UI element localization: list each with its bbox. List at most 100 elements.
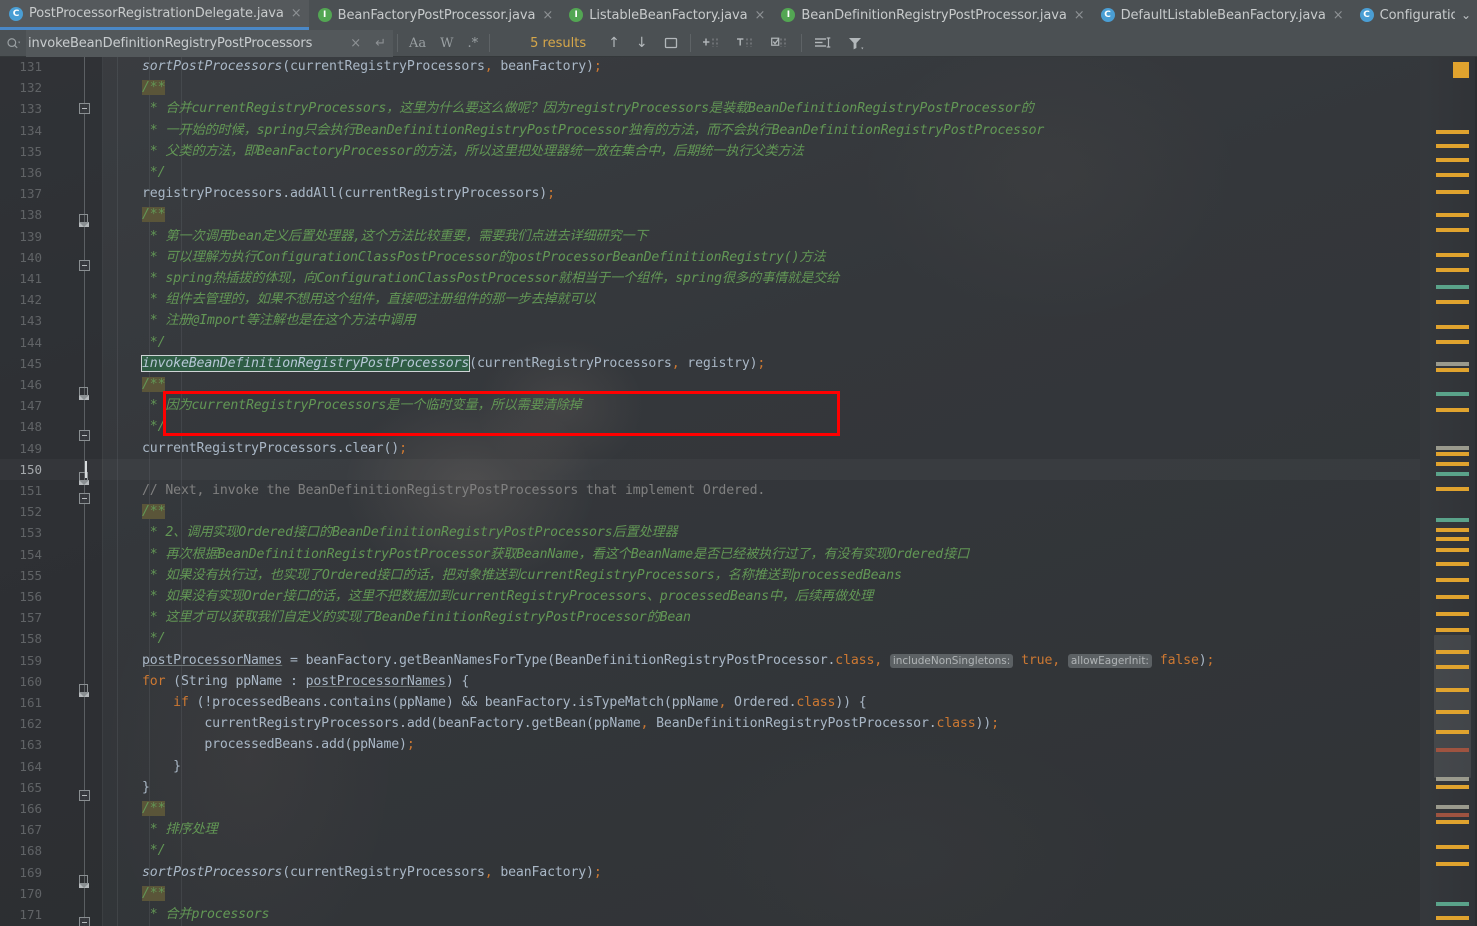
code-line[interactable]: 140 * 可以理解为执行ConfigurationClassPostProce… bbox=[0, 247, 1477, 268]
stripe-marker-warn[interactable] bbox=[1436, 665, 1469, 669]
stripe-marker-warn[interactable] bbox=[1436, 730, 1469, 734]
code-line[interactable]: 166/** bbox=[0, 798, 1477, 819]
stripe-marker-srch[interactable] bbox=[1436, 902, 1469, 906]
search-field[interactable]: × ↵ bbox=[26, 30, 393, 57]
stripe-marker-warn[interactable] bbox=[1436, 628, 1469, 632]
clear-search-button[interactable]: × bbox=[343, 37, 368, 50]
editor-tab-0[interactable]: CPostProcessorRegistrationDelegate.java× bbox=[0, 0, 309, 30]
stripe-marker-warn[interactable] bbox=[1436, 578, 1469, 582]
code-text[interactable]: * 一开始的时候，spring只会执行BeanDefinitionRegistr… bbox=[142, 120, 1044, 141]
stripe-marker-info[interactable] bbox=[1436, 777, 1469, 781]
stripe-marker-srch[interactable] bbox=[1436, 518, 1469, 522]
code-line[interactable]: 153 * 2、调用实现Ordered接口的BeanDefinitionRegi… bbox=[0, 522, 1477, 543]
code-text[interactable]: */ bbox=[142, 628, 165, 649]
stripe-marker-info[interactable] bbox=[1436, 446, 1469, 450]
code-line[interactable]: 151// Next, invoke the BeanDefinitionReg… bbox=[0, 480, 1477, 501]
editor-tab-3[interactable]: IBeanDefinitionRegistryPostProcessor.jav… bbox=[772, 0, 1091, 30]
code-line[interactable]: 155 * 如果没有执行过，也实现了Ordered接口的话，把对象推送到curr… bbox=[0, 565, 1477, 586]
code-line[interactable]: 143 * 注册@Import等注解也是在这个方法中调用 bbox=[0, 310, 1477, 331]
stripe-marker-warn[interactable] bbox=[1436, 268, 1469, 272]
search-history-icon[interactable]: ↵ bbox=[368, 37, 393, 50]
code-text[interactable]: } bbox=[142, 777, 150, 798]
code-line[interactable]: 156 * 如果没有实现Order接口的话，这里不把数据加到currentReg… bbox=[0, 586, 1477, 607]
editor-tab-4[interactable]: CDefaultListableBeanFactory.java× bbox=[1092, 0, 1351, 30]
stripe-marker-warn[interactable] bbox=[1436, 190, 1469, 194]
stripe-marker-warn[interactable] bbox=[1436, 130, 1469, 134]
match-case-toggle[interactable]: Aa bbox=[402, 36, 433, 51]
code-line[interactable]: 138/** bbox=[0, 204, 1477, 225]
tab-overflow-chevron-icon[interactable]: ⌄ bbox=[1455, 0, 1477, 30]
stripe-marker-warn[interactable] bbox=[1436, 487, 1469, 491]
code-text[interactable]: * 这里才可以获取我们自定义的实现了BeanDefinitionRegistry… bbox=[142, 607, 691, 628]
code-line[interactable]: 164 } bbox=[0, 756, 1477, 777]
code-line[interactable]: 159postProcessorNames = beanFactory.getB… bbox=[0, 650, 1477, 671]
code-text[interactable]: * 如果没有执行过，也实现了Ordered接口的话，把对象推送到currentR… bbox=[142, 565, 902, 586]
code-line[interactable]: 136 */ bbox=[0, 162, 1477, 183]
open-in-find-window-button[interactable] bbox=[656, 36, 686, 50]
code-line[interactable]: 134 * 一开始的时候，spring只会执行BeanDefinitionReg… bbox=[0, 120, 1477, 141]
code-text[interactable]: /** bbox=[142, 883, 165, 904]
code-text[interactable]: * 2、调用实现Ordered接口的BeanDefinitionRegistry… bbox=[142, 522, 678, 543]
stripe-marker-warn[interactable] bbox=[1436, 688, 1469, 692]
code-text[interactable]: postProcessorNames = beanFactory.getBean… bbox=[142, 650, 1214, 672]
stripe-marker-warn[interactable] bbox=[1436, 820, 1469, 824]
code-text[interactable]: currentRegistryProcessors.add(beanFactor… bbox=[142, 713, 999, 734]
code-line[interactable]: 154 * 再次根据BeanDefinitionRegistryPostProc… bbox=[0, 544, 1477, 565]
stripe-marker-err[interactable] bbox=[1436, 748, 1469, 752]
search-icon[interactable] bbox=[0, 36, 26, 50]
code-line[interactable]: 169sortPostProcessors(currentRegistryPro… bbox=[0, 862, 1477, 883]
code-line[interactable]: 168 */ bbox=[0, 840, 1477, 861]
code-line[interactable]: 145invokeBeanDefinitionRegistryPostProce… bbox=[0, 353, 1477, 374]
code-text[interactable]: * 如果没有实现Order接口的话，这里不把数据加到currentRegistr… bbox=[142, 586, 873, 607]
code-text[interactable]: currentRegistryProcessors.clear(); bbox=[142, 438, 407, 459]
code-line[interactable]: 157 * 这里才可以获取我们自定义的实现了BeanDefinitionRegi… bbox=[0, 607, 1477, 628]
stripe-marker-err[interactable] bbox=[1436, 813, 1469, 817]
code-text[interactable]: * 合并processors bbox=[142, 904, 269, 925]
code-text[interactable]: * spring热插拔的体现，向ConfigurationClassPostPr… bbox=[142, 268, 839, 289]
code-text[interactable]: /** bbox=[142, 374, 165, 395]
stripe-marker-warn[interactable] bbox=[1436, 462, 1469, 466]
code-text[interactable]: */ bbox=[142, 840, 165, 861]
stripe-marker-warn[interactable] bbox=[1436, 650, 1469, 654]
code-text[interactable]: sortPostProcessors(currentRegistryProces… bbox=[142, 57, 602, 77]
stripe-marker-warn[interactable] bbox=[1436, 408, 1469, 412]
search-in-selection-icon[interactable] bbox=[806, 36, 840, 50]
code-line[interactable]: 152/** bbox=[0, 501, 1477, 522]
code-line[interactable]: 161 if (!processedBeans.contains(ppName)… bbox=[0, 692, 1477, 713]
stripe-marker-warn[interactable] bbox=[1436, 916, 1469, 920]
editor-tab-2[interactable]: IListableBeanFactory.java× bbox=[560, 0, 772, 30]
code-text[interactable]: * 排序处理 bbox=[142, 819, 218, 840]
stripe-marker-warn[interactable] bbox=[1436, 325, 1469, 329]
code-text[interactable]: /** bbox=[142, 798, 165, 819]
stripe-marker-warn[interactable] bbox=[1436, 595, 1469, 599]
stripe-marker-warn[interactable] bbox=[1436, 300, 1469, 304]
code-line[interactable]: 132/** bbox=[0, 77, 1477, 98]
close-icon[interactable]: × bbox=[1074, 9, 1085, 22]
code-line[interactable]: 149currentRegistryProcessors.clear(); bbox=[0, 438, 1477, 459]
code-line[interactable]: 167 * 排序处理 bbox=[0, 819, 1477, 840]
code-line[interactable]: 165} bbox=[0, 777, 1477, 798]
scrollbar-thumb[interactable] bbox=[1434, 635, 1471, 778]
code-text[interactable]: * 合并currentRegistryProcessors，这里为什么要这么做呢… bbox=[142, 98, 1034, 119]
code-text[interactable]: /** bbox=[142, 204, 165, 225]
regex-toggle[interactable]: .* bbox=[461, 36, 486, 51]
code-line[interactable]: 131sortPostProcessors(currentRegistryPro… bbox=[0, 57, 1477, 77]
stripe-marker-warn[interactable] bbox=[1436, 612, 1469, 616]
code-line[interactable]: 133 * 合并currentRegistryProcessors，这里为什么要… bbox=[0, 98, 1477, 119]
code-text[interactable]: /** bbox=[142, 501, 165, 522]
code-line[interactable]: 147 * 因为currentRegistryProcessors是一个临时变量… bbox=[0, 395, 1477, 416]
scrollbar-track[interactable] bbox=[1420, 57, 1477, 926]
stripe-marker-warn[interactable] bbox=[1436, 785, 1469, 789]
stripe-marker-warn[interactable] bbox=[1436, 228, 1469, 232]
code-text[interactable]: invokeBeanDefinitionRegistryPostProcesso… bbox=[142, 353, 765, 374]
stripe-marker-warn[interactable] bbox=[1436, 144, 1469, 148]
code-line[interactable]: 171 * 合并processors bbox=[0, 904, 1477, 925]
code-text[interactable]: * 组件去管理的，如果不想用这个组件，直接吧注册组件的那一步去掉就可以 bbox=[142, 289, 596, 310]
code-line[interactable]: 146/** bbox=[0, 374, 1477, 395]
stripe-marker-srch[interactable] bbox=[1436, 472, 1469, 476]
code-lines-container[interactable]: 131sortPostProcessors(currentRegistryPro… bbox=[0, 57, 1477, 926]
code-text[interactable]: for (String ppName : postProcessorNames)… bbox=[142, 671, 469, 692]
code-text[interactable]: } bbox=[142, 756, 181, 777]
code-line[interactable]: 160for (String ppName : postProcessorNam… bbox=[0, 671, 1477, 692]
stripe-marker-warn[interactable] bbox=[1436, 173, 1469, 177]
